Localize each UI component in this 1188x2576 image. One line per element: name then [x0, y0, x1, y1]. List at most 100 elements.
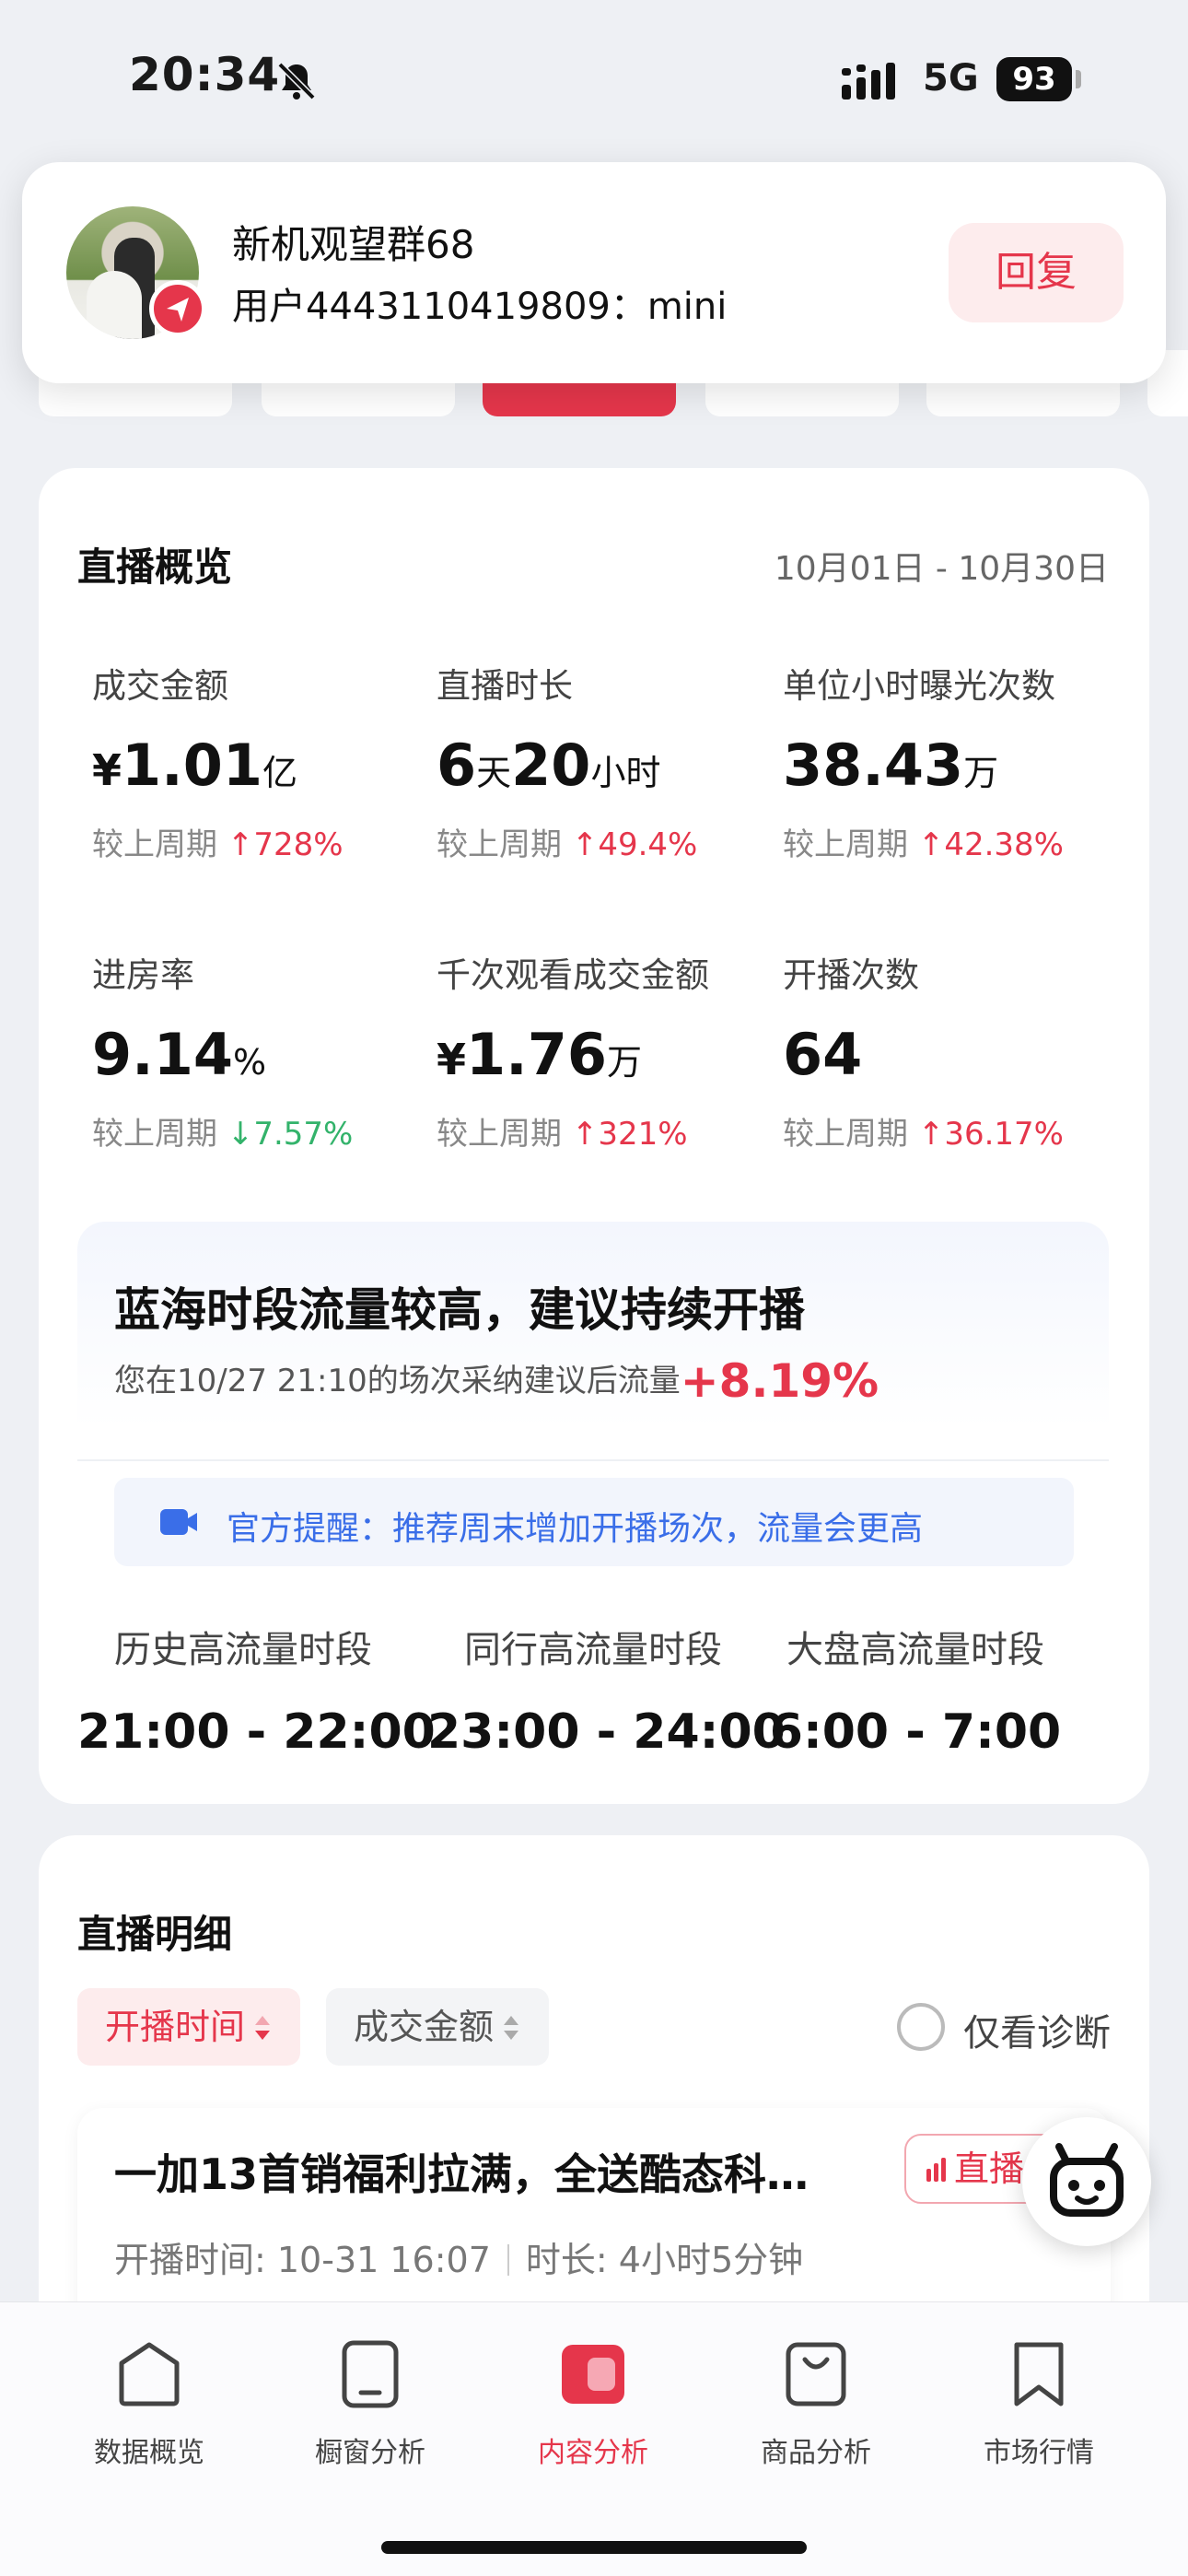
sort-by-start-time[interactable]: 开播时间 — [77, 1988, 301, 2066]
signal-icon — [842, 63, 895, 100]
metric-live-count[interactable]: 开播次数 64 较上周期 ↑36.17% — [783, 947, 1114, 1153]
video-icon — [562, 2345, 624, 2404]
notification-title: 新机观望群68 — [232, 222, 475, 267]
suggestion-title: 蓝海时段流量较高，建议持续开播 — [114, 1283, 805, 1337]
battery-icon: 93 — [996, 57, 1072, 101]
suggestion-subtitle: 您在10/27 21:10的场次采纳建议后流量+8.19% — [114, 1354, 879, 1408]
bag-icon — [786, 2342, 846, 2406]
metric-label: 开播次数 — [783, 955, 919, 995]
nav-market-trends[interactable]: 市场行情 — [947, 2337, 1131, 2470]
slot-value: 23:00 - 24:00 — [427, 1704, 786, 1760]
live-start-time: 开播时间: 10-31 16:07 — [114, 2240, 491, 2280]
status-time: 20:34 — [129, 48, 281, 101]
assistant-float-button[interactable] — [1022, 2117, 1151, 2246]
suggestion-subtitle-pct: +8.19% — [680, 1354, 879, 1408]
battery-tip — [1076, 70, 1081, 88]
metric-value: ¥1.76万 — [437, 1021, 768, 1088]
metric-change: 7.57% — [253, 1116, 354, 1153]
nav-data-overview[interactable]: 数据概览 — [57, 2337, 241, 2470]
nav-label: 橱窗分析 — [315, 2437, 425, 2469]
metric-number-2: 20 — [511, 732, 591, 799]
phone-icon — [342, 2340, 399, 2408]
nav-product-analysis[interactable]: 商品分析 — [724, 2337, 908, 2470]
network-label: 5G — [923, 57, 979, 100]
metric-number: 1.76 — [466, 1021, 607, 1088]
bell-muted-icon — [277, 62, 316, 100]
metric-change: 321% — [598, 1116, 688, 1153]
metric-compare: 较上周期 ↓7.57% — [92, 1108, 424, 1153]
tip-text: 官方提醒：推荐周末增加开播场次，流量会更高 — [227, 1510, 924, 1548]
metric-gmv[interactable]: 成交金额 ¥1.01亿 较上周期 ↑728% — [92, 658, 424, 864]
metric-label: 成交金额 — [92, 666, 228, 706]
metric-unit: 天 — [476, 753, 512, 793]
arrow-up-icon: ↑ — [571, 1116, 599, 1153]
card-title: 直播概览 — [77, 544, 233, 590]
date-range[interactable]: 10月01日 - 10月30日 — [775, 542, 1109, 590]
metric-unit: 万 — [963, 753, 999, 793]
bookmark-icon — [1014, 2342, 1064, 2406]
divider — [77, 1459, 1109, 1461]
compare-prefix: 较上周期 — [92, 826, 217, 863]
avatar-figure-dress — [87, 271, 142, 339]
metric-label: 直播时长 — [437, 666, 573, 706]
metric-compare: 较上周期 ↑321% — [437, 1108, 768, 1153]
live-session-meta: 开播时间: 10-31 16:07 时长: 4小时5分钟 — [114, 2231, 803, 2282]
home-indicator[interactable] — [381, 2541, 807, 2554]
video-camera-icon — [160, 1509, 197, 1535]
metric-label: 千次观看成交金额 — [437, 955, 709, 995]
metric-gpm[interactable]: 千次观看成交金额 ¥1.76万 较上周期 ↑321% — [437, 947, 768, 1153]
nav-label: 商品分析 — [761, 2437, 871, 2469]
message-notification[interactable]: 新机观望群68 用户4443110419809：mini 回复 — [22, 162, 1166, 383]
sort-desc-icon — [255, 2016, 271, 2040]
metric-number: 1.01 — [122, 732, 262, 799]
arrow-down-icon: ↓ — [227, 1116, 254, 1153]
slot-market: 大盘高流量时段 6:00 - 7:00 — [750, 1620, 1081, 1760]
compare-prefix: 较上周期 — [437, 826, 562, 863]
metric-change: 49.4% — [598, 826, 698, 863]
metric-unit-2: 小时 — [590, 753, 661, 793]
slot-history: 历史高流量时段 21:00 - 22:00 — [77, 1620, 436, 1760]
filter-label: 成交金额 — [354, 2007, 495, 2047]
status-bar: 20:34 5G 93 — [0, 0, 1188, 157]
slot-label: 大盘高流量时段 — [786, 1629, 1044, 1671]
metric-label: 进房率 — [92, 955, 194, 995]
compare-prefix: 较上周期 — [783, 826, 908, 863]
nav-label: 内容分析 — [538, 2437, 648, 2469]
reply-button[interactable]: 回复 — [949, 223, 1124, 322]
compare-prefix: 较上周期 — [783, 1116, 908, 1153]
metric-number: 64 — [783, 1021, 863, 1088]
suggestion-subtitle-text: 您在10/27 21:10的场次采纳建议后流量 — [114, 1363, 681, 1399]
metric-number: 6 — [437, 732, 477, 799]
metric-compare: 较上周期 ↑728% — [92, 819, 424, 864]
metric-compare: 较上周期 ↑42.38% — [783, 819, 1114, 864]
metric-label: 单位小时曝光次数 — [783, 666, 1055, 706]
filter-label: 开播时间 — [105, 2007, 246, 2047]
metric-value: 6天20小时 — [437, 732, 768, 799]
nav-showcase-analysis[interactable]: 橱窗分析 — [278, 2337, 462, 2470]
metric-unit: % — [232, 1042, 267, 1083]
slot-value: 6:00 - 7:00 — [769, 1704, 1062, 1760]
metric-entry-rate[interactable]: 进房率 9.14% 较上周期 ↓7.57% — [92, 947, 424, 1153]
metric-prefix: ¥ — [437, 1035, 467, 1084]
metric-prefix: ¥ — [92, 745, 122, 795]
compare-prefix: 较上周期 — [437, 1116, 562, 1153]
official-tip[interactable]: 官方提醒：推荐周末增加开播场次，流量会更高 — [114, 1478, 1074, 1566]
metric-change: 42.38% — [944, 826, 1064, 863]
compare-prefix: 较上周期 — [92, 1116, 217, 1153]
bars-icon — [926, 2158, 946, 2182]
live-overview-card: 直播概览 10月01日 - 10月30日 成交金额 ¥1.01亿 较上周期 ↑7… — [39, 468, 1149, 1804]
metric-value: 9.14% — [92, 1021, 424, 1088]
notification-message: 用户4443110419809：mini — [232, 286, 728, 328]
metric-unit: 万 — [607, 1042, 643, 1083]
nav-content-analysis[interactable]: 内容分析 — [501, 2337, 685, 2470]
nav-label: 数据概览 — [94, 2437, 204, 2469]
sort-by-gmv[interactable]: 成交金额 — [326, 1988, 550, 2066]
diagnose-only-toggle[interactable]: 仅看诊断 — [897, 1997, 1111, 2056]
slot-peers: 同行高流量时段 23:00 - 24:00 — [427, 1620, 786, 1760]
metric-hourly-exposure[interactable]: 单位小时曝光次数 38.43万 较上周期 ↑42.38% — [783, 658, 1114, 864]
radio-circle-icon[interactable] — [897, 2003, 945, 2051]
diagnose-label: 仅看诊断 — [963, 2012, 1111, 2055]
metric-live-duration[interactable]: 直播时长 6天20小时 较上周期 ↑49.4% — [437, 658, 768, 864]
metric-unit: 亿 — [262, 753, 298, 793]
metric-value: 38.43万 — [783, 732, 1114, 799]
